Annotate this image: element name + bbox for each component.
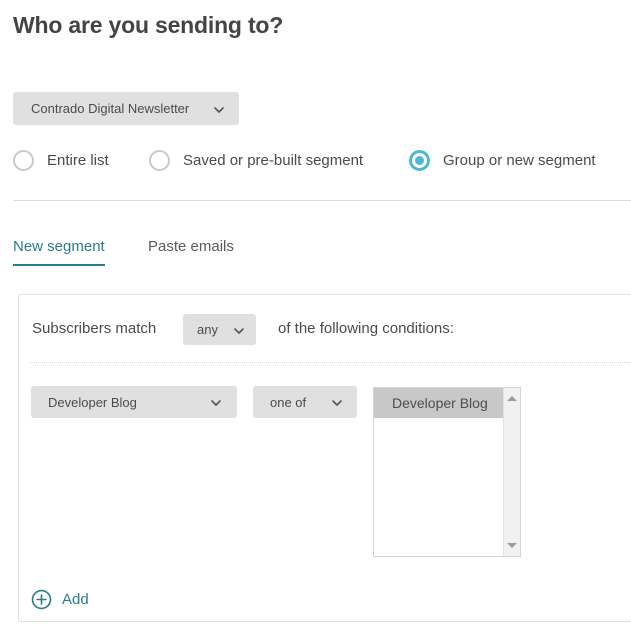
radio-circle-icon [13,150,34,171]
condition-operator-select[interactable]: one of [253,386,357,418]
radio-circle-icon [149,150,170,171]
radio-option-entire-list[interactable]: Entire list [13,150,109,171]
tab-paste-emails-label: Paste emails [148,238,234,255]
condition-field-select-value: Developer Blog [48,394,137,410]
match-type-select[interactable]: any [183,314,256,345]
send-to-audience-page: Who are you sending to? Contrado Digital… [0,0,631,643]
subscribers-match-label: Subscribers match [32,320,157,337]
chevron-down-icon [211,398,221,407]
triangle-down-icon[interactable] [504,537,520,554]
tab-new-segment[interactable]: New segment [13,238,105,266]
condition-value-listbox-options: Developer Blog [374,388,503,556]
listbox-option[interactable]: Developer Blog [374,388,503,418]
page-title: Who are you sending to? [13,12,284,38]
plus-circle-icon [31,589,52,610]
add-condition-button[interactable]: Add [31,589,89,610]
radio-circle-selected-icon [409,150,430,171]
radio-option-label: Group or new segment [443,152,596,169]
add-condition-label: Add [62,591,89,608]
radio-option-label: Saved or pre-built segment [183,152,364,169]
audience-type-radio-group: Entire list Saved or pre-built segment G… [0,150,631,188]
condition-value-listbox[interactable]: Developer Blog [373,387,521,557]
radio-option-label: Entire list [47,152,109,169]
radio-option-saved-segment[interactable]: Saved or pre-built segment [149,150,363,171]
chevron-down-icon [332,398,342,407]
tab-paste-emails[interactable]: Paste emails [148,238,234,264]
condition-operator-select-value: one of [270,394,307,410]
tab-new-segment-label: New segment [13,238,105,255]
listbox-scrollbar[interactable] [503,388,520,556]
triangle-down-glyph [507,543,517,548]
condition-divider [30,362,631,363]
match-type-select-value: any [197,322,218,337]
triangle-up-icon[interactable] [504,390,520,407]
section-divider [13,200,631,201]
audience-list-select[interactable]: Contrado Digital Newsletter [13,92,239,125]
segment-builder-panel [18,294,631,622]
triangle-up-glyph [507,396,517,401]
following-conditions-label: of the following conditions: [278,320,454,337]
audience-list-select-value: Contrado Digital Newsletter [31,101,190,116]
condition-field-select[interactable]: Developer Blog [31,386,237,418]
radio-option-group-or-new-segment[interactable]: Group or new segment [409,150,596,171]
chevron-down-icon [234,326,244,335]
chevron-down-icon [214,105,224,114]
